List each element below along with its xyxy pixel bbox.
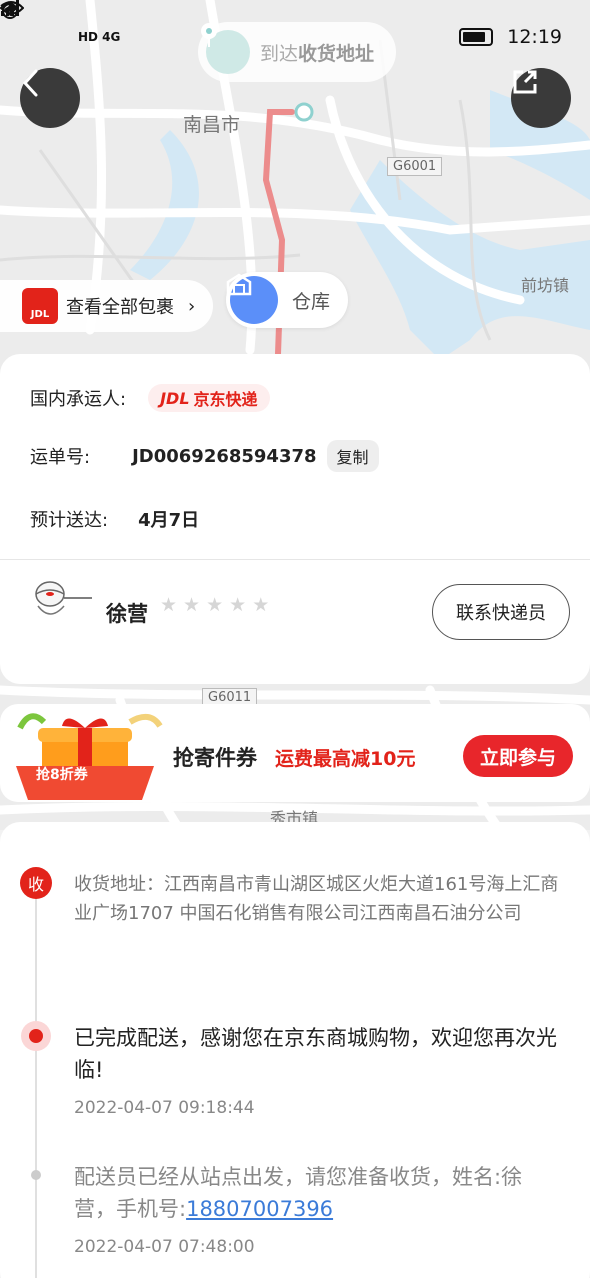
delivery-address: 收货地址：江西南昌市青山湖区城区火炬大道161号海上汇商业广场1707 中国石化… [74,874,559,924]
carrier-row: 国内承运人: JDL 京东快递 [30,384,270,412]
event-time: 2022-04-07 09:18:44 [74,1098,255,1118]
promo-banner[interactable]: 抢8折券 抢寄件券 运费最高减10元 立即参与 [0,704,590,802]
chevron-left-icon [22,69,38,97]
courier-avatar [35,581,92,615]
battery-icon [459,28,494,46]
tracking-timeline-card: 收 收货地址：江西南昌市青山湖区城区火炬大道161号海上汇商业广场1707 中国… [0,822,590,1278]
warehouse-icon [226,273,278,324]
carrier-label: 国内承运人: [30,389,127,410]
event-text: 配送员已经从站点出发，请您准备收货，姓名:徐营，手机号:18807007396 [74,1165,523,1221]
warehouse-label: 仓库 [292,290,331,313]
copy-button[interactable]: 复制 [326,440,379,472]
share-button[interactable] [511,68,571,128]
waybill-number: JD0069268594378 [132,445,317,467]
receive-badge: 收 [20,867,52,899]
divider [0,559,590,560]
join-now-button[interactable]: 立即参与 [463,735,573,777]
gift-box-icon [16,713,163,800]
star-icon: ★ [183,594,201,616]
timeline-line [35,882,37,1278]
event-text: 已完成配送，感谢您在京东商城购物，欢迎您再次光临! [74,1026,557,1082]
courier-name: 徐营 [106,602,148,626]
shipment-info-card: 国内承运人: JDL 京东快递 运单号: JD0069268594378 复制 … [0,354,590,684]
warehouse-marker: 仓库 [226,272,349,328]
road-tag-g6001: G6001 [387,157,443,176]
timeline-dot-current [21,1021,51,1051]
eta-value: 4月7日 [138,510,200,531]
star-icon: ★ [160,594,178,616]
network-indicator: HD 4G [0,0,120,44]
contact-courier-button[interactable]: 联系快递员 [432,584,570,640]
timeline-event: 已完成配送，感谢您在京东商城购物，欢迎您再次光临! 2022-04-07 09:… [74,1022,562,1118]
promo-title: 抢寄件券 [173,746,257,770]
waybill-row: 运单号: JD0069268594378 复制 [30,440,379,472]
town-label-qianfang: 前坊镇 [521,276,570,295]
status-bar: HD 4G 12:19 [0,0,590,74]
city-label: 南昌市 [183,114,241,136]
timeline-event: 配送员已经从站点出发，请您准备收货，姓名:徐营，手机号:18807007396 … [74,1161,562,1257]
back-button[interactable] [20,68,80,128]
timeline-dot [31,1170,41,1180]
view-all-packages-button[interactable]: JDL 查看全部包裹 › [0,280,214,332]
eta-row: 预计送达: 4月7日 [30,506,199,532]
star-icon: ★ [252,594,270,616]
waybill-label: 运单号: [30,447,91,468]
share-icon [513,70,537,94]
clock: 12:19 [507,26,562,48]
star-icon: ★ [206,594,224,616]
eta-label: 预计送达: [30,510,109,531]
view-all-packages-label: 查看全部包裹 [66,297,174,318]
courier-phone-link[interactable]: 18807007396 [186,1197,333,1221]
promo-subtitle: 运费最高减10元 [275,748,416,770]
star-icon: ★ [229,594,247,616]
alarm-icon [2,3,18,19]
carrier-logo: JDL 京东快递 [148,384,270,412]
courier-rating: ★ ★ ★ ★ ★ [160,594,269,616]
chevron-right-icon: › [188,295,196,317]
jdl-package-icon: JDL [22,288,58,324]
gift-badge-text: 抢8折券 [36,767,88,783]
event-time: 2022-04-07 07:48:00 [74,1237,255,1257]
